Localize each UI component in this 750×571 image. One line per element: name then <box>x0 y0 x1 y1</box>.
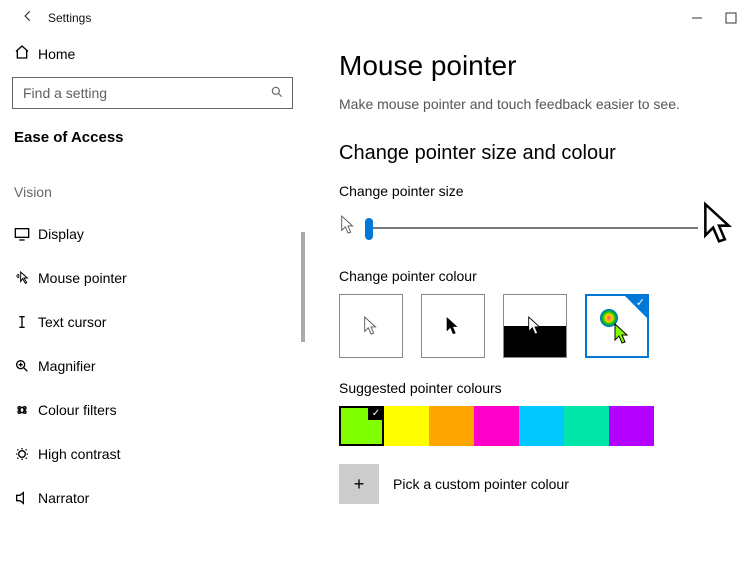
colour-filters-icon <box>14 402 38 418</box>
sidebar-item-label: High contrast <box>38 446 120 462</box>
sidebar-item-label: Display <box>38 226 84 242</box>
suggested-swatch[interactable] <box>474 406 519 446</box>
maximize-button[interactable] <box>724 12 738 24</box>
sidebar-item-label: Narrator <box>38 490 89 506</box>
pointer-size-slider[interactable] <box>365 216 698 240</box>
sidebar-item-display[interactable]: Display <box>0 212 305 256</box>
page-title: Mouse pointer <box>339 50 732 82</box>
slider-thumb[interactable] <box>365 218 373 240</box>
text-cursor-icon <box>14 314 38 330</box>
suggested-swatch[interactable]: ✓ <box>339 406 384 446</box>
sidebar-item-label: Text cursor <box>38 314 106 330</box>
group-title: Vision <box>0 176 305 212</box>
sidebar-item-label: Magnifier <box>38 358 96 374</box>
section-title: Change pointer size and colour <box>339 142 732 165</box>
pointer-colour-black[interactable] <box>421 294 485 358</box>
main-content: Mouse pointer Make mouse pointer and tou… <box>305 36 750 571</box>
sidebar: Home Ease of Access Vision Display Mouse… <box>0 36 305 571</box>
pointer-colour-inverted[interactable] <box>503 294 567 358</box>
suggested-swatch[interactable] <box>564 406 609 446</box>
home-icon <box>14 44 38 63</box>
suggested-colours: ✓ <box>339 406 732 446</box>
suggested-colours-label: Suggested pointer colours <box>339 380 732 396</box>
home-button[interactable]: Home <box>0 36 305 77</box>
minimize-button[interactable] <box>690 12 704 24</box>
check-icon: ✓ <box>368 406 384 420</box>
search-box[interactable] <box>12 77 293 109</box>
sidebar-item-narrator[interactable]: Narrator <box>0 476 305 520</box>
home-label: Home <box>38 46 75 62</box>
page-subtitle: Make mouse pointer and touch feedback ea… <box>339 96 732 112</box>
sidebar-item-text-cursor[interactable]: Text cursor <box>0 300 305 344</box>
cursor-large-icon <box>700 200 739 256</box>
suggested-swatch[interactable] <box>609 406 654 446</box>
search-input[interactable] <box>21 84 270 102</box>
sidebar-item-mouse-pointer[interactable]: Mouse pointer <box>0 256 305 300</box>
titlebar: Settings <box>0 0 750 36</box>
check-icon: ✓ <box>636 296 645 309</box>
search-icon <box>270 85 284 102</box>
suggested-swatch[interactable] <box>384 406 429 446</box>
plus-icon: + <box>354 474 365 495</box>
mouse-pointer-icon <box>14 270 38 286</box>
pointer-size-label: Change pointer size <box>339 183 732 199</box>
suggested-swatch[interactable] <box>519 406 564 446</box>
sidebar-scrollbar[interactable] <box>301 232 305 342</box>
sidebar-item-magnifier[interactable]: Magnifier <box>0 344 305 388</box>
window-title: Settings <box>48 11 690 25</box>
back-button[interactable] <box>8 9 48 28</box>
category-title: Ease of Access <box>0 123 305 176</box>
suggested-swatch[interactable] <box>429 406 474 446</box>
sidebar-item-high-contrast[interactable]: High contrast <box>0 432 305 476</box>
pointer-colour-label: Change pointer colour <box>339 268 732 284</box>
pick-custom-colour-label: Pick a custom pointer colour <box>393 476 569 492</box>
sidebar-item-label: Mouse pointer <box>38 270 127 286</box>
high-contrast-icon <box>14 446 38 462</box>
display-icon <box>14 227 38 241</box>
pointer-colour-custom[interactable]: ✓ <box>585 294 649 358</box>
pointer-colour-white[interactable] <box>339 294 403 358</box>
pick-custom-colour-button[interactable]: + <box>339 464 379 504</box>
magnifier-icon <box>14 358 38 374</box>
sidebar-item-colour-filters[interactable]: Colour filters <box>0 388 305 432</box>
cursor-small-icon <box>339 214 357 241</box>
narrator-icon <box>14 490 38 506</box>
sidebar-item-label: Colour filters <box>38 402 117 418</box>
